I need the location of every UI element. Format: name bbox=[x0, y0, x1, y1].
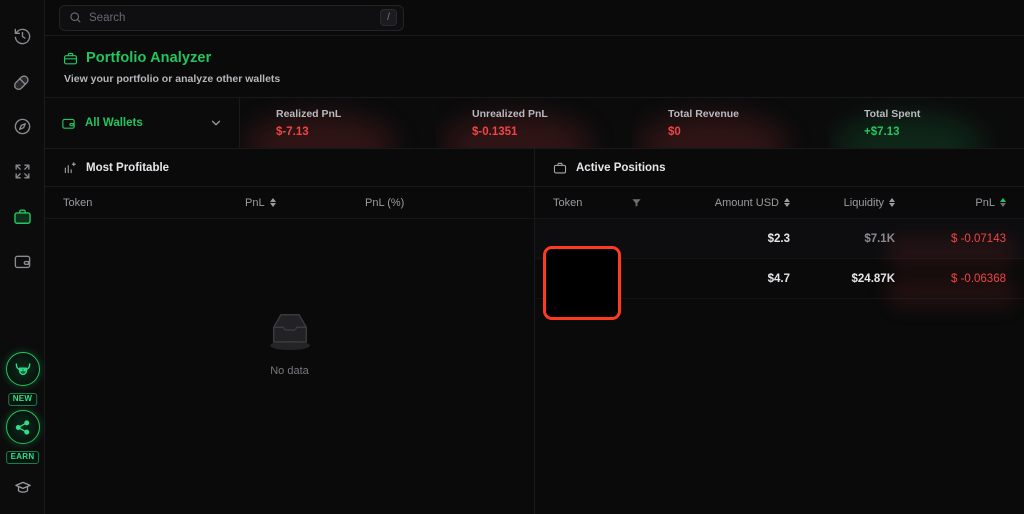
column-header-liquidity[interactable]: Liquidity bbox=[790, 197, 895, 209]
most-profitable-title: Most Profitable bbox=[86, 161, 170, 174]
wallet-selector-label: All Wallets bbox=[85, 117, 143, 129]
column-label: Liquidity bbox=[843, 196, 884, 209]
stat-unrealized-pnl: Unrealized PnL $-0.1351 bbox=[436, 98, 632, 148]
sidebar-item-portfolio[interactable] bbox=[0, 194, 45, 239]
cell-pnl: $ -0.06368 bbox=[886, 272, 1024, 308]
promo-badge-new: NEW bbox=[7, 393, 38, 406]
search-input[interactable] bbox=[89, 11, 380, 24]
active-positions-title: Active Positions bbox=[576, 161, 666, 174]
stat-realized-pnl: Realized PnL $-7.13 bbox=[240, 98, 436, 148]
main-content: / Portfolio Analyzer View your portfolio… bbox=[45, 0, 1024, 514]
cell-pnl: $ -0.07143 bbox=[886, 232, 1024, 268]
cell-liquidity: $7.1K bbox=[864, 232, 895, 245]
sidebar-item-history[interactable] bbox=[0, 14, 45, 59]
share-network-icon bbox=[15, 419, 30, 435]
bar-chart-plus-icon bbox=[63, 161, 77, 175]
column-header-pnl[interactable]: PnL bbox=[245, 197, 365, 209]
graduation-cap-icon bbox=[14, 481, 31, 493]
bull-head-icon-wrap bbox=[5, 352, 40, 386]
column-label: PnL bbox=[975, 196, 995, 209]
page-subtitle: View your portfolio or analyze other wal… bbox=[64, 73, 281, 85]
stat-label: Total Revenue bbox=[668, 108, 739, 120]
column-header-pnl-percent[interactable]: PnL (%) bbox=[365, 197, 534, 209]
history-clock-icon bbox=[14, 28, 30, 45]
active-positions-header: Active Positions bbox=[535, 149, 1024, 187]
pill-capsule-icon bbox=[13, 75, 29, 91]
empty-state-text: No data bbox=[270, 364, 309, 377]
briefcase-icon bbox=[553, 161, 567, 175]
column-header-token[interactable]: Token bbox=[45, 197, 245, 209]
active-positions-table-header: Token Amount USD Liquidity PnL bbox=[535, 187, 1024, 219]
wallet-icon bbox=[61, 116, 76, 131]
cell-amount-usd: $2.3 bbox=[767, 232, 790, 245]
briefcase-icon bbox=[13, 209, 31, 224]
search-shortcut-key: / bbox=[380, 9, 397, 26]
search-box[interactable]: / bbox=[59, 4, 404, 31]
sidebar-item-academy[interactable] bbox=[0, 468, 45, 508]
stat-label: Unrealized PnL bbox=[472, 108, 548, 120]
most-profitable-panel: Most Profitable Token PnL PnL (%) No dat… bbox=[45, 149, 535, 514]
sort-icon[interactable] bbox=[1000, 198, 1006, 207]
column-label: Token bbox=[553, 196, 583, 209]
active-positions-panel: Active Positions Token Amount USD Liquid… bbox=[535, 149, 1024, 514]
empty-tray-icon bbox=[261, 307, 319, 355]
stat-value: $-0.1351 bbox=[472, 126, 518, 138]
app-root: NEW EARN Search / Portfolio Analyzer Vie… bbox=[0, 0, 1024, 514]
stat-label: Total Spent bbox=[864, 108, 921, 120]
token-cell-highlight-annotation bbox=[543, 246, 621, 320]
sidebar-promo-referral[interactable]: EARN bbox=[2, 410, 44, 468]
sidebar-promo-bull[interactable]: NEW bbox=[2, 352, 44, 410]
sidebar-bottom-group: NEW EARN bbox=[0, 352, 45, 514]
wallet-selector[interactable]: All Wallets bbox=[45, 98, 240, 148]
most-profitable-header: Most Profitable bbox=[45, 149, 534, 187]
wallet-icon bbox=[14, 255, 30, 269]
chevron-down-icon bbox=[209, 116, 223, 130]
sort-icon[interactable] bbox=[269, 198, 276, 207]
refresh-swap-icon bbox=[14, 164, 30, 179]
share-network-icon-wrap bbox=[5, 410, 40, 444]
stats-group: Realized PnL $-7.13 Unrealized PnL $-0.1… bbox=[240, 98, 1024, 148]
cell-liquidity: $24.87K bbox=[851, 272, 895, 285]
top-bar: / bbox=[45, 0, 1024, 36]
stats-strip: All Wallets Realized PnL $-7.13 Unrealiz… bbox=[45, 97, 1024, 149]
stat-value: $0 bbox=[668, 126, 681, 138]
cell-pnl-value: $ -0.07143 bbox=[951, 232, 1006, 245]
search-icon bbox=[69, 11, 82, 24]
column-header-amount-usd[interactable]: Amount USD bbox=[690, 197, 790, 209]
sidebar-item-pill[interactable] bbox=[0, 59, 45, 104]
stat-value: +$7.13 bbox=[864, 126, 900, 138]
most-profitable-table-header: Token PnL PnL (%) bbox=[45, 187, 534, 219]
page-title: Portfolio Analyzer bbox=[86, 50, 212, 66]
column-label: Amount USD bbox=[714, 196, 779, 209]
column-label: PnL (%) bbox=[365, 196, 405, 209]
stat-total-spent: Total Spent +$7.13 bbox=[828, 98, 1024, 148]
column-label: PnL bbox=[245, 196, 265, 209]
column-label: Token bbox=[63, 196, 93, 209]
cell-amount-usd: $4.7 bbox=[767, 272, 790, 285]
page-header: Portfolio Analyzer View your portfolio o… bbox=[45, 36, 1024, 97]
compass-icon bbox=[14, 118, 30, 135]
left-sidebar: NEW EARN bbox=[0, 0, 45, 514]
sidebar-item-discover[interactable] bbox=[0, 104, 45, 149]
stat-label: Realized PnL bbox=[276, 108, 342, 120]
page-title-row: Portfolio Analyzer bbox=[63, 50, 1006, 66]
stat-value: $-7.13 bbox=[276, 126, 309, 138]
column-header-pnl[interactable]: PnL bbox=[895, 197, 1024, 209]
briefcase-icon bbox=[63, 51, 78, 66]
sidebar-item-wallet[interactable] bbox=[0, 239, 45, 284]
column-header-token[interactable]: Token bbox=[535, 197, 690, 209]
sidebar-item-swap[interactable] bbox=[0, 149, 45, 194]
stat-total-revenue: Total Revenue $0 bbox=[632, 98, 828, 148]
cell-pnl-value: $ -0.06368 bbox=[951, 272, 1006, 285]
filter-icon[interactable] bbox=[631, 197, 642, 208]
most-profitable-empty-state: No data bbox=[45, 219, 534, 514]
bull-head-icon bbox=[15, 363, 30, 375]
panels-area: Most Profitable Token PnL PnL (%) No dat… bbox=[45, 149, 1024, 514]
promo-badge-earn: EARN bbox=[5, 451, 40, 464]
